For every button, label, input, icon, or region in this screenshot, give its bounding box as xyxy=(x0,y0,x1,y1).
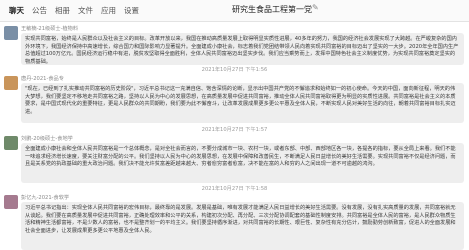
top-bar: 聊天 公告 相册 文件 应用 设置 研究生食品工程第一党 ✎ xyxy=(0,0,469,22)
tab-apps[interactable]: 应用 xyxy=(101,5,116,16)
tab-chat[interactable]: 聊天 xyxy=(9,5,24,16)
chat-feed[interactable]: 王敏楠-21级硕士-植物料 实现共同富裕，始终是人民群众以及社会主义的目标。改革… xyxy=(0,22,469,250)
message-author: 王敏楠-21级硕士-植物料 xyxy=(21,26,79,32)
avatar[interactable] xyxy=(4,195,18,209)
tab-files[interactable]: 文件 xyxy=(78,5,93,16)
message-bubble: 习近平总书记指出：实现全体人民共同富裕的宏伟目标，最终靠的是发展。发展是基础，唯… xyxy=(21,202,464,250)
message-bubble: 全面建成小康社会和全体人民共同富裕是一个总体概念，是对全社会而言的，不要分成城市… xyxy=(21,143,464,183)
message-author: 彭亿九-2021-食软学 xyxy=(21,195,70,201)
message-time: 2021年10月27日 下午1:56 xyxy=(201,67,268,73)
message-author: 唐丹-2021-食品专 xyxy=(21,76,64,82)
avatar[interactable] xyxy=(4,76,18,90)
avatar[interactable] xyxy=(4,136,18,150)
message-author: 刘鹏-20级硕士-食地学 xyxy=(21,136,73,142)
tab-announcement[interactable]: 公告 xyxy=(32,5,47,16)
message-bubble: 实现共同富裕，始终是人民群众以及社会主义的目标。改革开放以来，我国在推动高质量发… xyxy=(21,33,464,65)
message-time: 2021年10月27日 下午1:57 xyxy=(201,127,268,133)
avatar[interactable] xyxy=(4,26,18,40)
message-time: 2021年10月27日 下午1:58 xyxy=(201,186,268,192)
tab-album[interactable]: 相册 xyxy=(55,5,70,16)
edit-icon[interactable]: ✎ xyxy=(312,3,319,12)
message-bubble: "现在，已经到了扎实推动共同富裕的历史阶段"，习近平总书记这一充满自信、饱含深情… xyxy=(21,83,464,123)
group-title: 研究生食品工程第一党 xyxy=(232,5,312,14)
tab-settings[interactable]: 设置 xyxy=(124,5,139,16)
